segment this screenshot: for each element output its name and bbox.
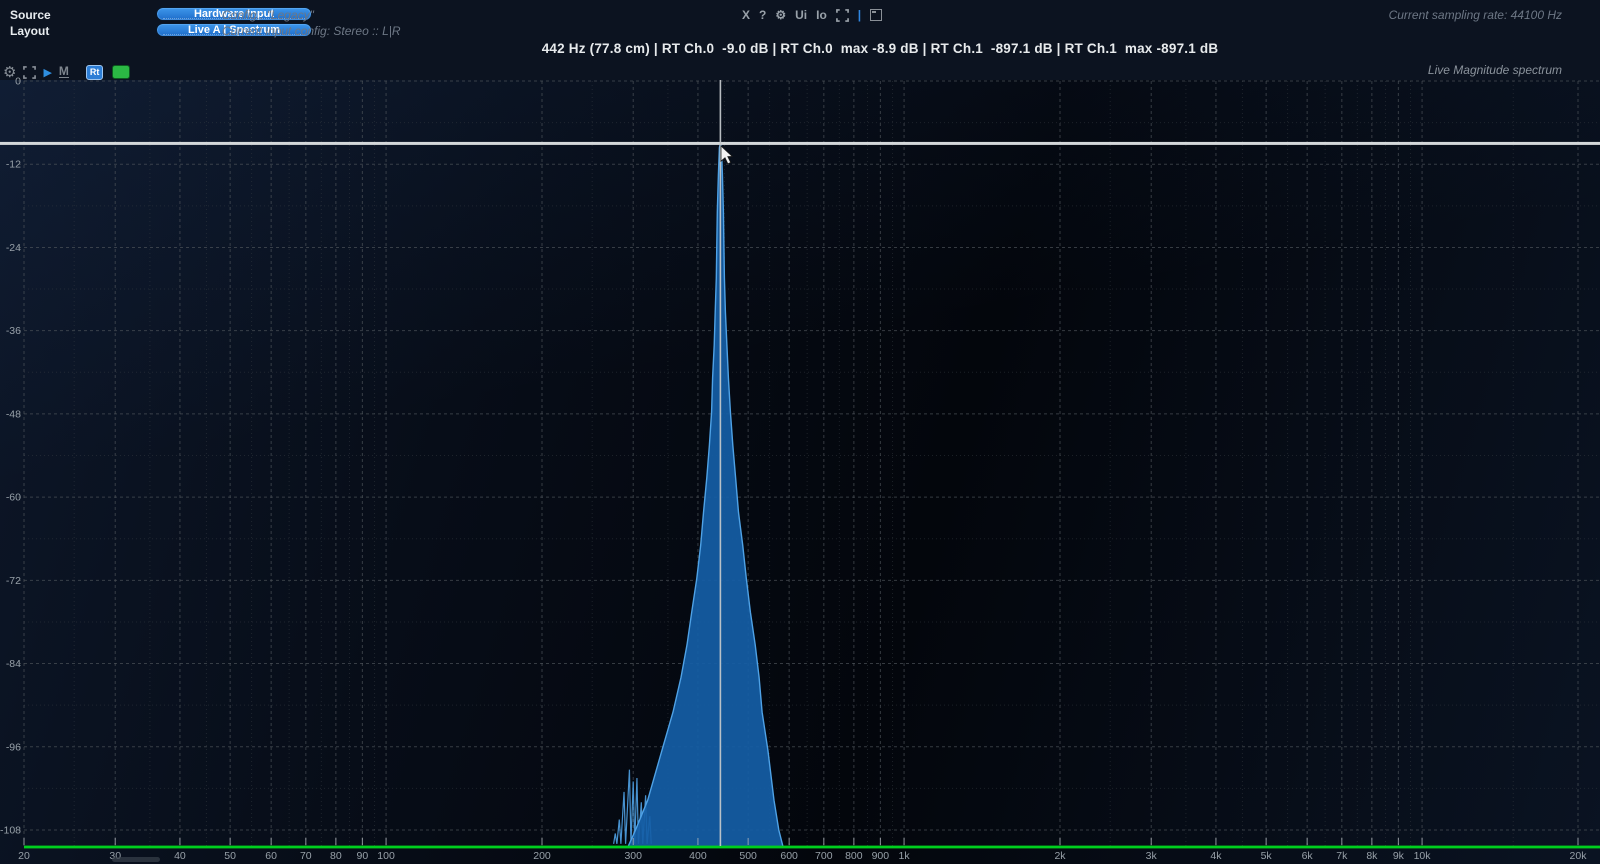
x-axis-tick-label: 8k xyxy=(1366,850,1378,862)
y-axis-tick-label: -36 xyxy=(6,325,21,337)
x-axis-tick-label: 300 xyxy=(624,850,642,862)
peak-hold-line xyxy=(0,142,1600,145)
y-axis-tick-label: 0 xyxy=(15,76,21,88)
x-axis-tick-label: 900 xyxy=(872,850,890,862)
x-axis-tick-label: 100 xyxy=(377,850,395,862)
crosshair-vertical-line xyxy=(720,80,722,846)
x-axis-tick-label: 600 xyxy=(780,850,798,862)
spectrum-ch0-curve xyxy=(628,143,783,847)
y-axis-tick-label: -72 xyxy=(6,575,21,587)
x-axis-tick-label: 20 xyxy=(18,850,30,862)
x-axis-tick-label: 700 xyxy=(815,850,833,862)
y-axis-tick-label: -96 xyxy=(6,741,21,753)
x-axis-tick-label: 40 xyxy=(174,850,186,862)
x-axis-tick-label: 4k xyxy=(1210,850,1222,862)
y-axis-tick-label: -84 xyxy=(6,658,21,670)
x-axis-tick-label: 50 xyxy=(224,850,236,862)
x-axis-tick-label: 2k xyxy=(1054,850,1066,862)
x-axis-tick-label: 7k xyxy=(1336,850,1348,862)
y-axis-tick-label: -60 xyxy=(6,492,21,504)
x-axis-tick-label: 1k xyxy=(899,850,911,862)
x-axis-tick-label: 6k xyxy=(1302,850,1314,862)
x-axis-tick-label: 800 xyxy=(845,850,863,862)
x-axis-tick-label: 400 xyxy=(689,850,707,862)
x-axis-tick-label: 200 xyxy=(533,850,551,862)
spectrum-ch1-floor-line xyxy=(24,846,1600,849)
x-axis-tick-label: 5k xyxy=(1261,850,1273,862)
y-axis-tick-label: -12 xyxy=(6,159,21,171)
y-axis-tick-label: -108 xyxy=(0,825,21,837)
x-axis-tick-label: 3k xyxy=(1146,850,1158,862)
x-axis-tick-label: 80 xyxy=(330,850,342,862)
x-axis-tick-label: 10k xyxy=(1414,850,1432,862)
x-axis-tick-label: 70 xyxy=(300,850,312,862)
x-axis-tick-label: 20k xyxy=(1570,850,1588,862)
spectrum-plot[interactable]: 2030405060708090100200300400500600700800… xyxy=(0,0,1600,864)
x-axis-tick-label: 500 xyxy=(739,850,757,862)
y-axis-tick-label: -48 xyxy=(6,408,21,420)
y-axis-tick-label: -24 xyxy=(6,242,21,254)
x-axis-tick-label: 60 xyxy=(265,850,277,862)
mouse-cursor xyxy=(721,146,732,164)
horizontal-scrollbar-thumb[interactable] xyxy=(112,857,160,862)
x-axis-tick-label: 90 xyxy=(357,850,369,862)
x-axis-tick-label: 9k xyxy=(1393,850,1405,862)
